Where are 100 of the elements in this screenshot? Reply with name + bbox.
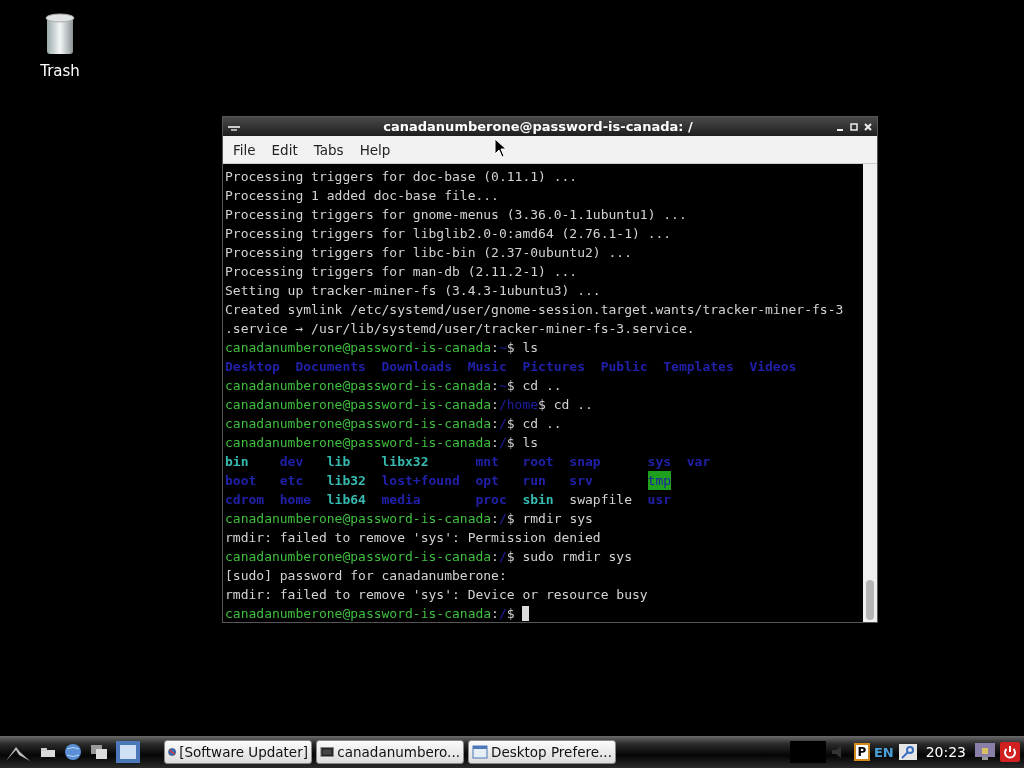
terminal-icon [320, 744, 335, 760]
prompt-user: canadanumberone@password-is-canada [225, 548, 492, 566]
file-name: Pictures [522, 358, 586, 376]
file-name: proc [475, 491, 507, 509]
icon-label: Trash [40, 62, 80, 80]
scrollbar[interactable] [863, 164, 877, 622]
prompt-path: / [498, 605, 507, 622]
file-name: boot [225, 472, 257, 490]
file-name: lib [326, 453, 351, 471]
file-name: media [381, 491, 421, 509]
file-name: Documents [295, 358, 366, 376]
network-icon[interactable] [897, 743, 918, 761]
terminal-text: [sudo] password for canadanumberone: [225, 567, 507, 585]
prompt-path: / [498, 510, 507, 528]
prompt-path: ~ [498, 377, 507, 395]
file-name: Desktop [225, 358, 280, 376]
terminal-text: : [491, 605, 499, 622]
trash-icon [45, 12, 75, 56]
power-icon[interactable] [1000, 742, 1020, 762]
scrollbar-thumb[interactable] [866, 580, 874, 620]
terminal-text: $ cd .. [538, 396, 593, 414]
terminal-text: $ cd .. [506, 415, 562, 433]
globe-icon[interactable] [64, 743, 82, 761]
menu-item[interactable]: File [227, 138, 262, 161]
prompt-path: ~ [498, 339, 507, 357]
terminal-text: rmdir: failed to remove 'sys': Permission denied [225, 529, 601, 547]
prompt-path: / [498, 434, 507, 452]
terminal-text: : [491, 396, 499, 414]
text-cursor [522, 606, 530, 621]
close-icon[interactable] [863, 121, 873, 132]
file-name: opt [475, 472, 499, 490]
file-name: lost+found [381, 472, 460, 490]
terminal-text: : [491, 548, 499, 566]
file-name: libx32 [381, 453, 429, 471]
terminal-text: .service → /usr/lib/systemd/user/tracker-miner-fs-3.service. [225, 320, 695, 338]
menu-item[interactable]: Edit [265, 138, 304, 161]
prompt-user: canadanumberone@password-is-canada [225, 396, 492, 414]
prompt-path: /home [498, 396, 539, 414]
terminal-text: : [491, 434, 499, 452]
file-name: home [279, 491, 312, 509]
terminal-text: $ [506, 605, 516, 622]
terminal-text: : [491, 339, 499, 357]
file-name: run [522, 472, 546, 490]
mouse-pointer-icon [494, 138, 507, 158]
prompt-user: canadanumberone@password-is-canada [225, 377, 492, 395]
clock[interactable]: 20:23 [925, 744, 966, 760]
file-name: dev [279, 453, 304, 471]
terminal-text: : [491, 510, 499, 528]
file-name: etc [279, 472, 304, 490]
terminal-text: $ ls [506, 434, 539, 452]
lock-screen-icon[interactable] [974, 742, 996, 762]
file-name: lib32 [326, 472, 366, 490]
terminal-text: $ cd .. [506, 377, 562, 395]
file-name: sbin [522, 491, 554, 509]
clipboard-tray-icon[interactable]: P [853, 743, 870, 761]
prompt-user: canadanumberone@password-is-canada [225, 434, 492, 452]
maximize-icon[interactable] [849, 121, 859, 132]
terminal-text: Created symlink /etc/systemd/user/gnome-session.target.wants/tracker-miner-fs-3 [225, 301, 844, 319]
file-name: swapfile [569, 491, 632, 509]
file-name: root [522, 453, 554, 471]
desktop-icon[interactable] [116, 741, 140, 763]
file-name: usr [647, 491, 672, 509]
file-name: sys [647, 453, 672, 471]
terminal-text: Processing triggers for gnome-menus (3.36.0-1.1ubuntu1) ... [225, 206, 687, 224]
terminal-text: $ sudo rmdir sys [506, 548, 632, 566]
file-name: Public [600, 358, 648, 376]
file-name: srv [569, 472, 593, 490]
keyboard-layout[interactable]: EN [873, 744, 894, 760]
taskbar-button[interactable]: canadanumbero... [316, 740, 464, 764]
terminal-text: : [491, 415, 499, 433]
file-name: bin [225, 453, 249, 471]
file-name: cdrom [225, 491, 265, 509]
taskbar-button[interactable]: [Software Updater] [164, 740, 312, 764]
file-name: Music [467, 358, 507, 376]
menu-item[interactable]: Help [353, 138, 397, 161]
file-name: Downloads [381, 358, 452, 376]
windows-icon[interactable] [90, 744, 108, 760]
prompt-path: / [498, 415, 507, 433]
prompt-user: canadanumberone@password-is-canada [225, 605, 492, 622]
prompt-path: / [498, 548, 507, 566]
file-name: var [686, 453, 711, 471]
terminal-text: Processing triggers for man-db (2.11.2-1) ... [225, 263, 578, 281]
taskbar-button[interactable]: Desktop Prefere... [468, 740, 616, 764]
terminal-text: Processing triggers for libc-bin (2.37-0ubuntu2) ... [225, 244, 632, 262]
terminal-text: : [491, 377, 499, 395]
file-name: tmp [647, 471, 672, 490]
file-name: lib64 [326, 491, 366, 509]
menu-item[interactable]: Tabs [307, 138, 350, 161]
terminal-text: $ ls [506, 339, 539, 357]
prompt-user: canadanumberone@password-is-canada [225, 415, 492, 433]
file-name: Templates [663, 358, 734, 376]
window-title: canadanumberone@password-is-canada: / [382, 119, 694, 134]
terminal-text: Setting up tracker-miner-fs (3.4.3-1ubuntu3) ... [225, 282, 601, 300]
file-name: snap [569, 453, 601, 471]
terminal-text: $ rmdir sys [506, 510, 593, 528]
terminal-text: Processing triggers for doc-base (0.11.1) ... [225, 168, 578, 186]
terminal-text: Processing triggers for libglib2.0-0:amd64 (2.76.1-1) ... [225, 225, 672, 243]
file-name: Videos [749, 358, 797, 376]
window-icon [472, 744, 488, 760]
terminal-text: Processing 1 added doc-base file... [225, 187, 499, 205]
